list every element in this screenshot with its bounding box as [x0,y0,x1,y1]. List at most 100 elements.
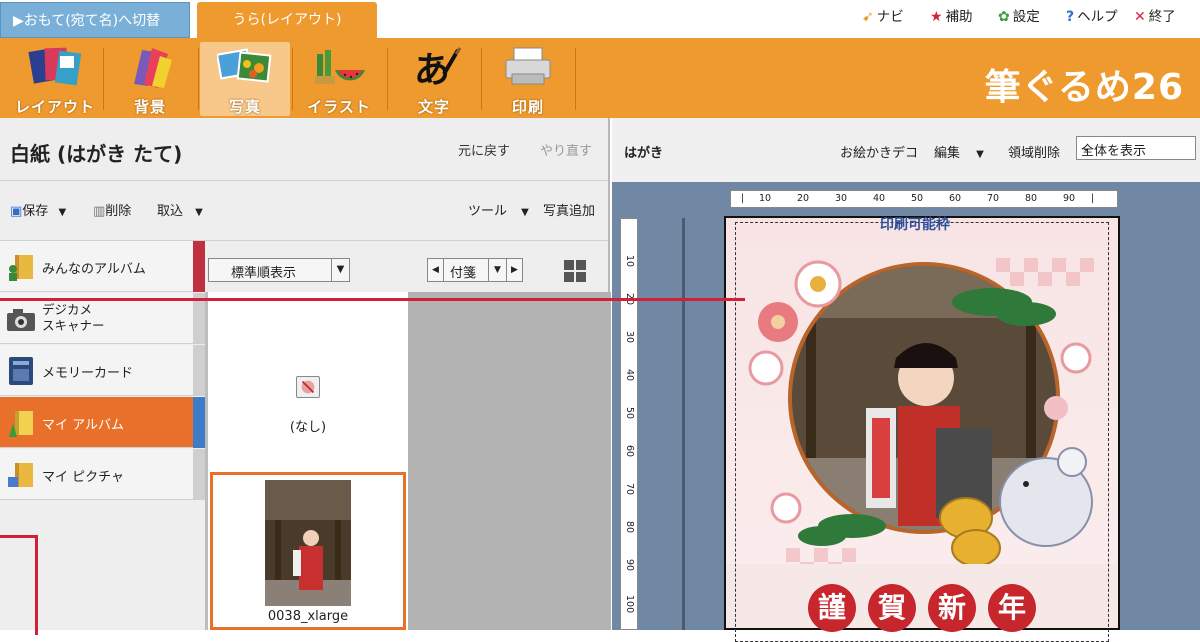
document-title: 白紙 (はがき たて) [10,142,183,166]
save-button[interactable]: ▣保存 ▼ [10,200,66,219]
ruler-tick: 70 [987,193,1000,204]
settings-menu[interactable]: ✿ 設定 [998,6,1040,28]
sort-order-value: 標準順表示 [231,266,297,281]
undo-button[interactable]: 元に戻す [458,140,510,159]
divider [0,180,608,181]
save-label: 保存 [22,204,49,219]
redo-button[interactable]: やり直す [540,140,592,159]
chevron-down-icon[interactable]: ▼ [488,259,506,281]
thumbnail-label: (なし) [289,420,327,435]
album-item-my-album[interactable]: マイ アルバム [0,397,205,448]
chevron-down-icon: ▼ [58,207,67,218]
tab-front-address[interactable]: ▶おもて(宛て名)へ切替 [0,2,190,38]
scroll-marker [193,241,205,292]
ruler-tick: 40 [624,369,635,382]
exit-menu[interactable]: ✕ 終了 [1134,6,1176,28]
photo-icon [215,48,272,83]
add-photo-button[interactable]: 写真追加 [543,200,595,219]
tool-illustration[interactable]: イラスト [294,42,384,116]
close-icon: ✕ [1134,9,1146,25]
greeting-char: 賀 [868,584,916,632]
toolbar-divider [481,48,482,110]
tool-photo-label: 写真 [228,98,261,116]
navi-label: ナビ [876,9,904,25]
assist-label: 補助 [945,9,973,25]
chevron-left-icon[interactable]: ◀ [428,259,444,281]
drawing-deco-button[interactable]: お絵かきデコ [840,142,918,161]
chevron-right-icon[interactable]: ▶ [506,259,522,281]
chevron-down-icon: ▼ [521,207,529,218]
ruler-tick: 10 [624,255,635,268]
tools-button[interactable]: ツール ▼ [468,200,529,219]
printable-area-frame [735,222,1109,642]
tools-label: ツール [468,204,508,219]
canvas-toolbar: はがき お絵かきデコ 編集 ▼ 領域削除 全体を表示 ⌄ [612,118,1200,182]
annotation-box [0,535,38,635]
chevron-down-icon: ▼ [331,259,349,281]
pointer-icon: ➹ [862,9,874,25]
tool-layout[interactable]: レイアウト [10,42,100,116]
toolbar-divider [103,48,104,110]
tool-text[interactable]: あ 文字 [389,42,479,116]
import-button[interactable]: 取込 ▼ [157,200,203,219]
tool-background[interactable]: 背景 [105,42,195,116]
camera-icon [7,309,35,331]
no-image-icon [296,376,320,398]
chevron-down-icon: ▼ [195,207,203,218]
app-brand-logo: 筆ぐるめ26 [984,67,1184,108]
album-item-my-pictures[interactable]: マイ ピクチャ [0,449,205,500]
scroll-marker [193,397,205,448]
tool-photo[interactable]: 写真 [200,42,290,116]
illustration-icon [315,50,365,84]
ruler-tick: 30 [835,193,848,204]
ruler-tick: 70 [624,483,635,496]
ruler-tick: 30 [624,331,635,344]
greeting-char: 新 [928,584,976,632]
zoom-select[interactable]: 全体を表示 ⌄ [1076,136,1196,160]
navi-menu[interactable]: ➹ ナビ [862,6,904,28]
gear-icon: ✿ [998,9,1010,25]
toolbar-divider [198,48,199,110]
tag-filter-select[interactable]: ◀ 付箋 ▼ ▶ [427,258,523,282]
album-label: マイ アルバム [42,418,125,433]
help-label: ヘルプ [1077,9,1118,25]
tool-print[interactable]: 印刷 [483,42,573,116]
album-people-icon [9,255,33,281]
tool-text-label: 文字 [417,98,450,116]
memory-card-icon [9,357,33,385]
layout-icon [28,47,82,86]
thumbnail-none[interactable]: (なし) [208,292,408,472]
tab-back-layout[interactable]: うら(レイアウト) [197,2,377,38]
toolbar-divider [575,48,576,110]
trash-icon: ▥ [93,204,106,219]
album-label: デジカメ スキャナー [42,302,105,333]
chevron-down-icon: ▼ [976,149,984,160]
edit-menu[interactable]: 編集 ▼ [934,142,984,161]
album-label: マイ ピクチャ [42,470,125,485]
delete-button[interactable]: ▥削除 [93,200,131,219]
grid-view-icon[interactable] [563,259,587,283]
toolbar-divider [292,48,293,110]
album-item-memory-card[interactable]: メモリーカード [0,345,205,396]
pictures-icon [8,463,33,487]
assist-menu[interactable]: ★ 補助 [930,6,973,28]
album-list: みんなのアルバム デジカメ スキャナー メモリーカード マイ アルバム マイ ピ… [0,241,205,501]
tool-print-label: 印刷 [511,98,544,116]
greeting-char: 謹 [808,584,856,632]
delete-label: 削除 [105,204,132,219]
tool-background-label: 背景 [133,98,166,116]
top-tab-strip: ▶おもて(宛て名)へ切替 うら(レイアウト) ➹ ナビ ★ 補助 ✿ 設定 ? ヘルプ … [0,0,1200,38]
delete-area-button[interactable]: 領域削除 [1008,142,1060,161]
tag-filter-value: 付箋 [450,266,477,281]
greeting-char: 年 [988,584,1036,632]
star-icon: ★ [930,9,943,25]
album-item-everyone[interactable]: みんなのアルバム [0,241,205,292]
thumbnail-label: 0038_xlarge [267,609,349,624]
ruler-tick: 90 [1063,193,1076,204]
help-menu[interactable]: ? ヘルプ [1066,6,1118,28]
album-icon [9,411,33,437]
thumbnail-photo[interactable]: 0038_xlarge [210,472,406,630]
thumbnail-grid: (なし) 0038_xlarge [205,292,611,630]
sort-order-select[interactable]: 標準順表示 ▼ [208,258,350,282]
ruler-tick: 100 [624,595,635,614]
